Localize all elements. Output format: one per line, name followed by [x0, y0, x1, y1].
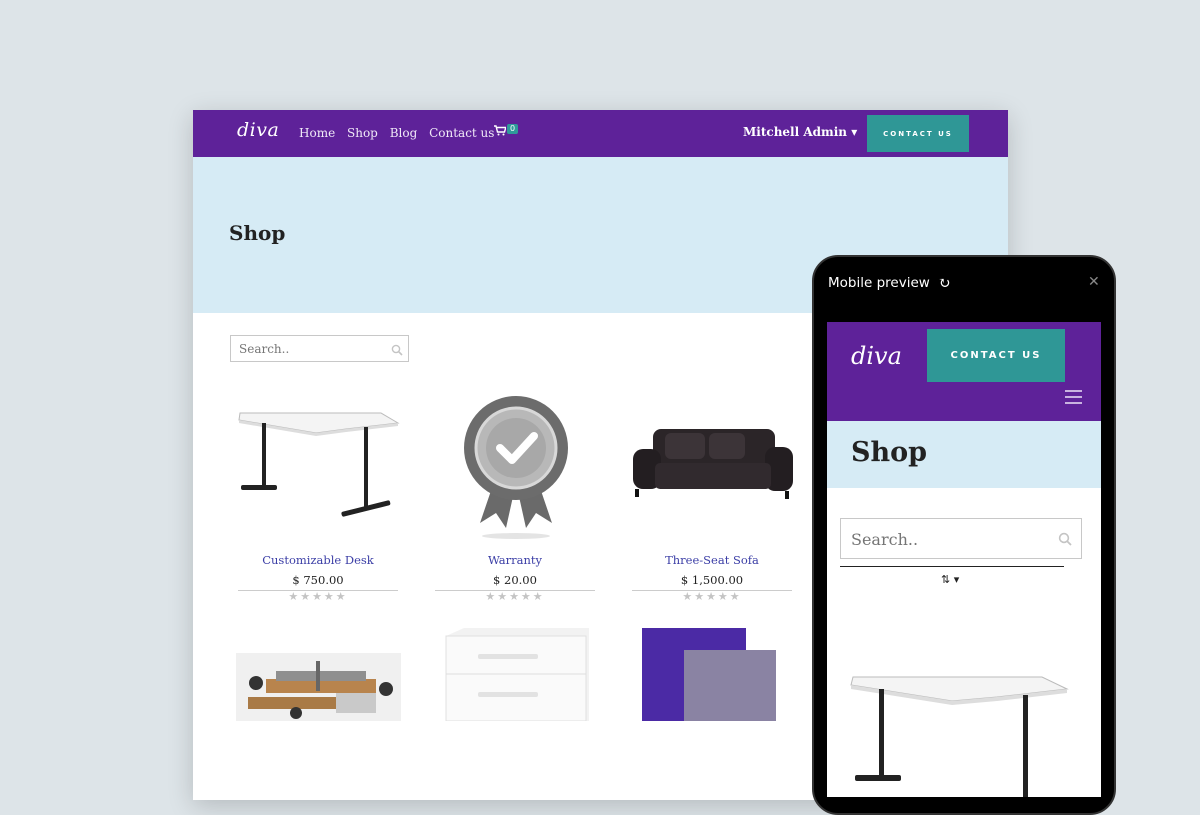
mobile-preview-title: Mobile preview: [828, 275, 930, 291]
divider: [840, 566, 1064, 567]
hamburger-menu-icon[interactable]: [1065, 390, 1082, 408]
main-menu: Home Shop Blog Contact us: [299, 126, 502, 140]
product-name[interactable]: Warranty: [435, 553, 595, 567]
product-name[interactable]: Three-Seat Sofa: [632, 553, 792, 567]
user-menu[interactable]: Mitchell Admin ▾: [743, 125, 857, 139]
sort-dropdown-icon[interactable]: ⇅ ▾: [941, 573, 959, 586]
search-icon[interactable]: [391, 341, 403, 360]
mobile-contact-us-button[interactable]: CONTACT US: [927, 329, 1065, 382]
refresh-icon[interactable]: ↻: [938, 274, 951, 292]
menu-item-home[interactable]: Home: [299, 126, 335, 140]
contact-us-button[interactable]: CONTACT US: [867, 115, 969, 152]
product-rating: ★★★★★: [288, 590, 348, 603]
page-title: Shop: [229, 221, 286, 245]
menu-item-contact[interactable]: Contact us: [429, 126, 494, 140]
top-navbar: diva Home Shop Blog Contact us 0 Mitchel…: [193, 110, 1008, 157]
product-rating: ★★★★★: [682, 590, 742, 603]
product-name[interactable]: Customizable Desk: [238, 553, 398, 567]
menu-item-shop[interactable]: Shop: [347, 126, 378, 140]
product-rating: ★★★★★: [485, 590, 545, 603]
product-price: $ 1,500.00: [632, 573, 792, 591]
mobile-preview-frame: Mobile preview ↻ ✕ diva CONTACT US Shop …: [812, 255, 1116, 815]
product-image-office[interactable]: [236, 653, 401, 721]
search-icon[interactable]: [1058, 531, 1072, 550]
mobile-search-input[interactable]: [849, 519, 1053, 559]
mobile-site-logo[interactable]: diva: [851, 342, 902, 370]
mobile-shop-banner: Shop: [827, 421, 1101, 488]
product-price: $ 20.00: [435, 573, 595, 591]
mobile-product-image-desk[interactable]: [847, 667, 1072, 797]
mobile-page-title: Shop: [851, 437, 928, 468]
product-image-desk[interactable]: [236, 405, 401, 520]
site-logo[interactable]: diva: [237, 119, 279, 141]
product-price: $ 750.00: [238, 573, 398, 591]
menu-item-blog[interactable]: Blog: [390, 126, 418, 140]
mobile-screen: diva CONTACT US Shop ⇅ ▾: [827, 322, 1101, 797]
mobile-navbar: diva CONTACT US: [827, 322, 1101, 421]
cart-icon[interactable]: [494, 125, 507, 139]
product-image-warranty[interactable]: [458, 388, 573, 543]
search-box: [230, 335, 409, 362]
product-image-cabinet[interactable]: [442, 628, 589, 721]
search-input[interactable]: [237, 336, 391, 362]
close-icon[interactable]: ✕: [1088, 274, 1100, 290]
product-image-panels[interactable]: [642, 628, 776, 721]
product-image-sofa[interactable]: [631, 423, 795, 503]
mobile-search-box: [840, 518, 1082, 559]
cart-count-badge: 0: [507, 124, 519, 134]
